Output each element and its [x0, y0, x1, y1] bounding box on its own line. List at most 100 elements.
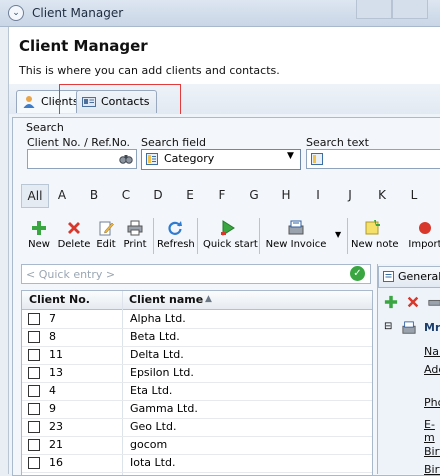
client-name-cell: Alpha Ltd. [130, 312, 186, 325]
page-header: Client Manager This is where you can add… [8, 27, 440, 84]
checkmark-icon[interactable]: ✓ [350, 266, 365, 281]
new-note-button[interactable]: New note [351, 214, 399, 258]
table-row[interactable]: 11 Delta Ltd. [22, 346, 372, 365]
contact-icon [402, 321, 416, 334]
refresh-button[interactable]: Refresh [157, 214, 195, 258]
delete-x-icon [68, 222, 80, 234]
client-name-cell: Delta Ltd. [130, 348, 184, 361]
new-note-label: New note [351, 239, 399, 250]
row-checkbox[interactable] [28, 385, 40, 397]
letter-c[interactable]: C [113, 184, 139, 206]
letter-all[interactable]: All [21, 184, 49, 208]
new-invoice-button[interactable]: New Invoice [265, 214, 327, 258]
plus-icon [32, 221, 46, 235]
edit-button[interactable]: Edit [93, 214, 119, 258]
delete-button[interactable]: Delete [57, 214, 91, 258]
letter-l[interactable]: L [401, 184, 427, 206]
field-address-link[interactable]: Add [424, 363, 440, 376]
search-text-label: Search text [306, 136, 369, 149]
tab-general-label: General [398, 270, 440, 283]
search-text-input[interactable] [306, 149, 440, 169]
client-name-cell: gocom [130, 438, 168, 451]
printer-icon [127, 220, 143, 236]
import-icon [419, 222, 431, 234]
letter-k[interactable]: K [369, 184, 395, 206]
row-checkbox[interactable] [28, 421, 40, 433]
quick-start-button[interactable]: Quick start [203, 214, 258, 258]
row-checkbox[interactable] [28, 313, 40, 325]
toolbar-divider [197, 218, 198, 254]
client-no-cell: 4 [49, 384, 56, 397]
sort-ascending-icon: ▲ [205, 294, 212, 304]
client-name-cell: Beta Ltd. [130, 330, 180, 343]
table-row[interactable]: 9 Gamma Ltd. [22, 400, 372, 419]
letter-g[interactable]: G [241, 184, 267, 206]
letter-e[interactable]: E [177, 184, 203, 206]
table-row[interactable]: 21 gocom [22, 436, 372, 455]
client-name-cell: Eta Ltd. [130, 384, 173, 397]
letter-a[interactable]: A [49, 184, 75, 206]
table-row[interactable]: 7 Alpha Ltd. [22, 310, 372, 329]
invoice-icon [288, 220, 304, 235]
table-row[interactable]: 16 Iota Ltd. [22, 454, 372, 473]
column-header-client-name[interactable]: Client name [129, 293, 203, 306]
client-no-field[interactable] [27, 149, 137, 169]
client-name-cell: Epsilon Ltd. [130, 366, 194, 379]
row-checkbox[interactable] [28, 439, 40, 451]
note-icon [365, 220, 380, 235]
new-button[interactable]: New [23, 214, 55, 258]
binoculars-icon[interactable] [119, 152, 133, 165]
table-row[interactable]: 4 Eta Ltd. [22, 382, 372, 401]
row-checkbox[interactable] [28, 367, 40, 379]
window-title-bar: ⌄ Client Manager [0, 0, 440, 27]
edit-document-icon [99, 221, 114, 236]
new-invoice-dropdown-icon[interactable]: ▼ [335, 230, 341, 239]
plus-icon[interactable] [384, 295, 398, 309]
row-checkbox[interactable] [28, 349, 40, 361]
client-no-cell: 7 [49, 312, 56, 325]
row-checkbox[interactable] [28, 403, 40, 415]
table-row[interactable]: 8 Beta Ltd. [22, 328, 372, 347]
field-birthplace-link[interactable]: Birt [424, 463, 440, 476]
quick-entry-input[interactable]: < Quick entry > [21, 264, 371, 284]
field-birthday-link[interactable]: Birt [424, 445, 440, 458]
page-subtitle: This is where you can add clients and co… [19, 64, 280, 77]
minimize-button[interactable] [356, 0, 392, 19]
page-title: Client Manager [19, 37, 148, 55]
play-icon [221, 220, 235, 236]
print-label: Print [123, 239, 147, 250]
chevron-down-icon[interactable]: ▼ [287, 151, 294, 161]
tab-general[interactable]: General [378, 266, 440, 288]
letter-d[interactable]: D [145, 184, 171, 206]
search-field-label: Search field [141, 136, 207, 149]
field-phone-link[interactable]: Pho [424, 396, 440, 409]
import-button[interactable]: Import [407, 214, 440, 258]
collapse-icon[interactable]: ⊟ [384, 321, 392, 332]
refresh-icon [168, 221, 182, 235]
general-info-icon [383, 271, 394, 282]
maximize-button[interactable] [392, 0, 428, 19]
letter-f[interactable]: F [209, 184, 235, 206]
search-field-select[interactable]: Category ▼ [141, 149, 301, 170]
window-menu-icon[interactable]: ⌄ [8, 5, 24, 21]
table-row[interactable]: 13 Epsilon Ltd. [22, 364, 372, 383]
client-name-cell: Gamma Ltd. [130, 402, 198, 415]
new-label: New [28, 239, 50, 250]
contact-heading: Mr [424, 321, 440, 334]
letter-b[interactable]: B [81, 184, 107, 206]
column-header-client-no[interactable]: Client No. [29, 293, 90, 306]
delete-x-icon[interactable] [406, 295, 420, 309]
printer-icon[interactable] [428, 295, 440, 309]
field-email-link[interactable]: E-m [424, 418, 440, 444]
letter-h[interactable]: H [273, 184, 299, 206]
row-checkbox[interactable] [28, 457, 40, 469]
print-button[interactable]: Print [121, 214, 149, 258]
letter-j[interactable]: J [337, 184, 363, 206]
table-row[interactable]: 23 Geo Ltd. [22, 418, 372, 437]
new-invoice-label: New Invoice [265, 239, 327, 250]
quick-start-label: Quick start [203, 239, 258, 250]
field-name-link[interactable]: Nan [424, 345, 440, 358]
row-checkbox[interactable] [28, 331, 40, 343]
search-section-label: Search [26, 121, 64, 134]
letter-i[interactable]: I [305, 184, 331, 206]
